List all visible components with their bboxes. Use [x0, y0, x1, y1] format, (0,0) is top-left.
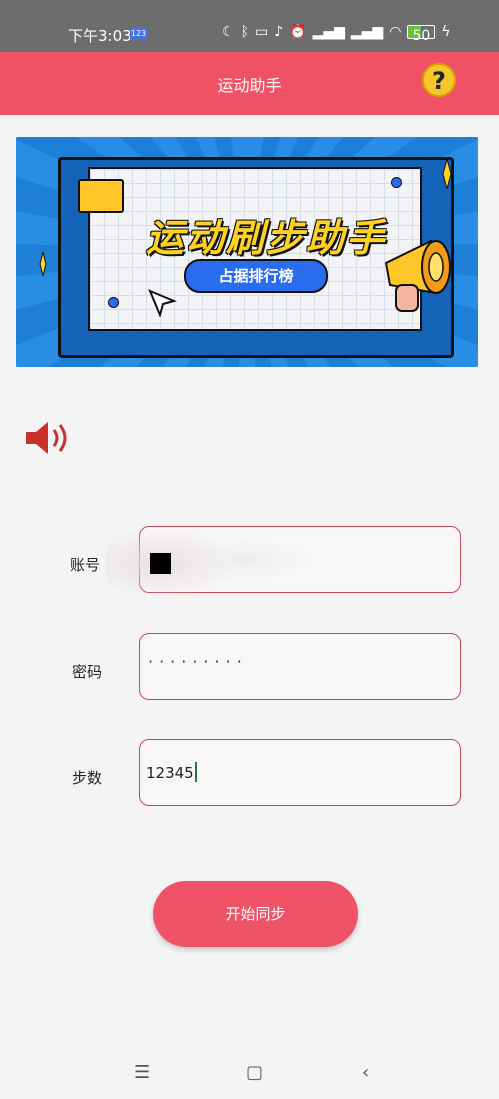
status-badge: 123	[130, 27, 147, 40]
bluetooth-icon: ᛒ	[240, 24, 249, 40]
password-mask: ·········	[148, 652, 248, 671]
vibrate-icon: ▭	[254, 24, 269, 40]
megaphone-icon	[384, 239, 451, 312]
signal-hd-icon: ▂▄▆	[312, 24, 345, 40]
status-bar: 下午3:03 123 ☾ ᛒ ▭ ♪ ⏰ ▂▄▆ ▂▄▆ ◠ 50 ϟ	[0, 0, 499, 52]
status-time: 下午3:03	[68, 27, 132, 45]
promo-banner: 运动刷步助手 占据排行榜	[16, 137, 478, 367]
sparkle-icon	[442, 159, 452, 189]
alarm-icon: ⏰	[289, 24, 307, 40]
banner-headline: 运动刷步助手	[145, 216, 386, 260]
status-icons: ☾ ᛒ ▭ ♪ ⏰ ▂▄▆ ▂▄▆ ◠ 50 ϟ	[222, 22, 451, 44]
home-icon[interactable]: ▢	[246, 1062, 263, 1083]
help-button[interactable]: ?	[422, 63, 456, 97]
menu-icon[interactable]: ☰	[134, 1062, 150, 1083]
redaction-block	[150, 553, 171, 574]
back-icon[interactable]: ‹	[362, 1062, 369, 1083]
steps-label: 步数	[72, 769, 103, 787]
steps-input[interactable]: 12345	[139, 739, 461, 806]
steps-value: 12345	[146, 762, 197, 782]
wifi-icon: ◠	[389, 24, 402, 40]
account-label: 账号	[70, 556, 101, 574]
speaker-icon[interactable]	[24, 420, 72, 456]
banner-pill: 占据排行榜	[184, 259, 328, 293]
signal-hd-icon: ▂▄▆	[350, 24, 384, 40]
mute-icon: ♪	[274, 24, 284, 40]
text-caret	[194, 762, 197, 782]
moon-icon: ☾	[222, 24, 235, 40]
sparkle-icon	[39, 252, 47, 276]
battery-icon: 50	[407, 25, 436, 44]
start-sync-button[interactable]: 开始同步	[153, 881, 358, 947]
password-label: 密码	[72, 663, 103, 681]
cursor-icon	[148, 289, 178, 317]
password-input[interactable]: ·········	[139, 633, 461, 700]
system-nav-bar: ☰ ▢ ‹	[0, 1050, 499, 1099]
charging-icon: ϟ	[441, 24, 451, 40]
redaction-blur	[180, 540, 310, 580]
